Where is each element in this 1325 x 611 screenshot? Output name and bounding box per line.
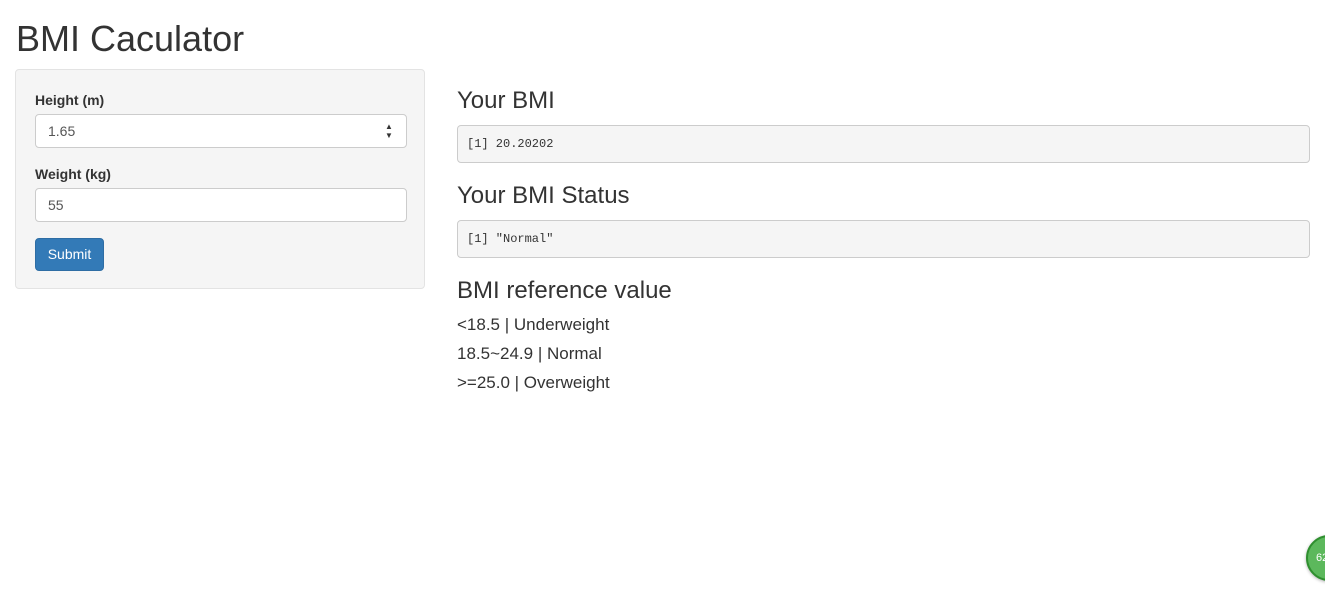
bmi-status-heading: Your BMI Status: [457, 182, 630, 209]
reference-line-underweight: <18.5 | Underweight: [457, 315, 610, 334]
bmi-output: [1] 20.20202: [457, 125, 1310, 163]
input-panel: Height (m) 1.65 ▲ ▼ Weight (kg) 55 Submi…: [15, 69, 425, 289]
weight-label: Weight (kg): [35, 166, 111, 182]
height-label: Height (m): [35, 92, 105, 108]
submit-button[interactable]: Submit: [35, 238, 104, 271]
bmi-status-output: [1] "Normal": [457, 220, 1310, 258]
height-input-value: 1.65: [48, 123, 76, 139]
weight-input[interactable]: 55: [35, 188, 407, 222]
reference-line-overweight: >=25.0 | Overweight: [457, 373, 610, 392]
spinner-up-icon[interactable]: ▲: [384, 122, 394, 131]
weight-input-value: 55: [48, 197, 64, 213]
spinner-arrows-icon[interactable]: ▲ ▼: [384, 122, 394, 140]
floating-badge[interactable]: 62: [1306, 535, 1325, 581]
height-input[interactable]: 1.65 ▲ ▼: [35, 114, 407, 148]
bmi-reference-heading: BMI reference value: [457, 277, 672, 304]
page-title: BMI Caculator: [16, 18, 245, 59]
reference-line-normal: 18.5~24.9 | Normal: [457, 344, 602, 363]
spinner-down-icon[interactable]: ▼: [384, 131, 394, 140]
bmi-heading: Your BMI: [457, 87, 555, 114]
